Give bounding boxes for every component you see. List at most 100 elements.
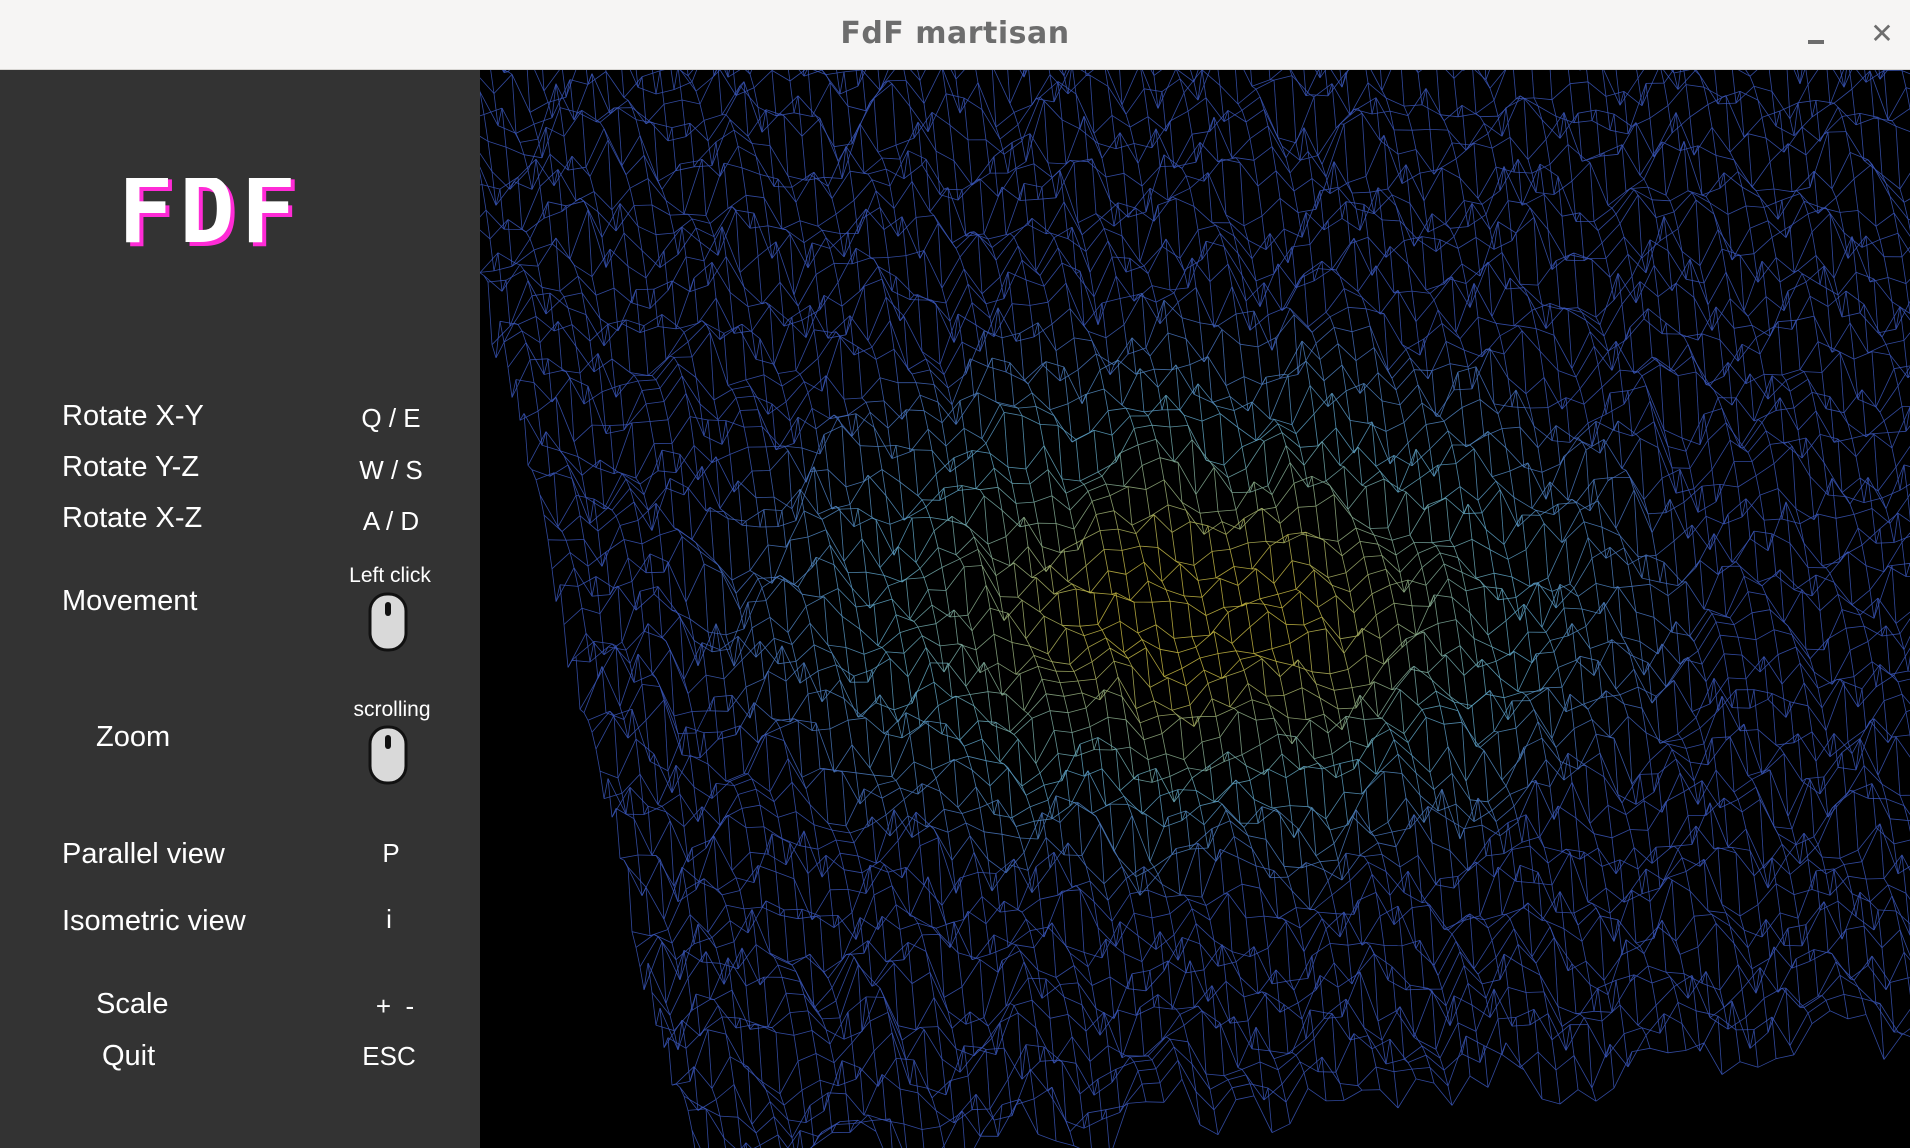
- wireframe-edge: [1599, 153, 1619, 157]
- wireframe-edge: [957, 313, 963, 343]
- wireframe-edge: [847, 106, 853, 144]
- wireframe-edge: [991, 247, 997, 261]
- wireframe-edge: [1253, 310, 1259, 347]
- wireframe-edge: [1523, 98, 1529, 160]
- wireframe-edge: [678, 70, 683, 101]
- wireframe-edge: [1745, 205, 1765, 208]
- wireframe-edge: [1397, 290, 1417, 322]
- wireframe-edge: [1143, 88, 1163, 92]
- wireframe-edge: [595, 459, 601, 468]
- wireframe-edge: [1025, 279, 1045, 287]
- wireframe-edge: [1543, 194, 1549, 230]
- wireframe-edge: [1801, 126, 1821, 142]
- wireframe-edge: [833, 143, 853, 148]
- wireframe-edge: [497, 252, 503, 292]
- wireframe-edge: [543, 358, 549, 375]
- wireframe-edge: [667, 127, 673, 142]
- minimize-button[interactable]: [1796, 14, 1836, 54]
- wireframe-edge: [1177, 161, 1197, 167]
- wireframe-edge: [1029, 133, 1049, 164]
- wireframe-edge: [529, 359, 535, 383]
- wireframe-edge: [1307, 311, 1327, 328]
- wireframe-edge: [1047, 302, 1053, 325]
- wireframe-edge: [781, 386, 787, 402]
- wireframe-edge: [817, 358, 823, 392]
- close-button[interactable]: ✕: [1862, 14, 1902, 54]
- wireframe-edge: [1041, 364, 1061, 382]
- wireframe-edge: [1875, 212, 1895, 227]
- wireframe-edge: [749, 70, 753, 75]
- wireframe-edge: [725, 420, 745, 428]
- wireframe-edge: [1827, 131, 1847, 133]
- wireframe-edge: [801, 136, 807, 181]
- wireframe-edge: [1795, 190, 1801, 194]
- wireframe-edge: [1621, 144, 1641, 176]
- wireframe-viewport[interactable]: [480, 70, 1910, 1148]
- wireframe-edge: [811, 242, 831, 249]
- wireframe-edge: [607, 139, 627, 175]
- window-titlebar[interactable]: FdF martisan ✕: [0, 0, 1910, 70]
- wireframe-edge: [1609, 129, 1629, 135]
- wireframe-edge: [1343, 124, 1349, 183]
- wireframe-edge: [1793, 70, 1801, 85]
- wireframe-edge: [1669, 200, 1675, 213]
- wireframe-edge: [1767, 220, 1787, 238]
- wireframe-edge: [991, 357, 997, 403]
- wireframe-edge: [523, 413, 529, 466]
- wireframe-edge: [1297, 343, 1317, 375]
- wireframe-edge: [1637, 78, 1643, 106]
- wireframe-edge: [849, 315, 855, 356]
- wireframe-edge: [847, 401, 867, 416]
- wireframe-edge: [1381, 219, 1387, 258]
- wireframe-edge: [899, 294, 919, 322]
- wireframe-edge: [859, 123, 865, 174]
- wireframe-edge: [829, 82, 835, 147]
- wireframe-edge: [1073, 337, 1093, 342]
- wireframe-edge: [683, 159, 703, 215]
- wireframe-edge: [1475, 99, 1495, 114]
- wireframe-edge: [1826, 70, 1831, 105]
- wireframe-edge: [1553, 335, 1573, 369]
- wireframe-edge: [493, 265, 513, 272]
- wireframe-edge: [783, 115, 789, 177]
- wireframe-edge: [1139, 368, 1145, 412]
- wireframe-edge: [655, 379, 661, 389]
- wireframe-edge: [1529, 207, 1535, 218]
- wireframe-edge: [1739, 255, 1745, 311]
- wireframe-edge: [855, 248, 861, 292]
- wireframe-edge: [1655, 217, 1661, 241]
- wireframe-edge: [871, 179, 891, 187]
- wireframe-terrain[interactable]: [480, 70, 1910, 1148]
- wireframe-edge: [867, 173, 873, 181]
- wireframe-edge: [627, 266, 633, 303]
- wireframe-edge: [481, 184, 487, 211]
- wireframe-edge: [669, 215, 675, 234]
- wireframe-edge: [1029, 301, 1049, 306]
- control-key-scale: + -: [375, 991, 415, 1021]
- wireframe-edge: [1761, 117, 1767, 139]
- wireframe-edge: [1061, 263, 1067, 284]
- wireframe-edge: [645, 403, 651, 422]
- wireframe-edge: [829, 231, 849, 249]
- wireframe-edge: [1125, 258, 1131, 273]
- wireframe-edge: [691, 218, 697, 229]
- wireframe-edge: [1327, 220, 1333, 270]
- wireframe-edge: [767, 225, 787, 231]
- wireframe-edge: [569, 209, 589, 260]
- wireframe-edge: [857, 346, 863, 399]
- wireframe-edge: [1143, 88, 1149, 117]
- wireframe-edge: [1147, 273, 1153, 286]
- wireframe-edge: [1649, 105, 1669, 119]
- wireframe-edge: [627, 100, 633, 108]
- wireframe-edge: [779, 281, 799, 307]
- fdf-logo: FDF FDF: [118, 178, 300, 258]
- wireframe-edge: [547, 358, 567, 373]
- wireframe-edge: [1837, 294, 1843, 318]
- wireframe-edge: [761, 281, 781, 305]
- wireframe-edge: [709, 208, 729, 224]
- wireframe-edge: [1061, 119, 1081, 130]
- wireframe-edge: [591, 276, 597, 296]
- wireframe-edge: [685, 256, 705, 262]
- wireframe-edge: [1787, 143, 1807, 156]
- wireframe-edge: [1753, 237, 1773, 254]
